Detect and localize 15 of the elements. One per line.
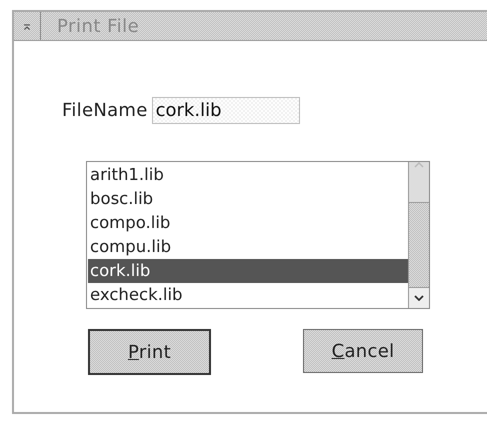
system-menu-button[interactable]: ⌅	[14, 12, 41, 40]
scroll-down-icon[interactable]	[414, 295, 424, 301]
field-label: FileName	[62, 100, 148, 121]
scroll-bar[interactable]	[408, 162, 429, 308]
print-button[interactable]: Print	[88, 329, 211, 375]
list-item[interactable]: compo.lib	[88, 211, 408, 235]
file-name-field[interactable]: cork.lib	[152, 97, 300, 124]
scroll-up-icon[interactable]	[414, 162, 424, 168]
list-item[interactable]: arith1.lib	[88, 163, 408, 187]
window-title: Print File	[57, 16, 140, 36]
list-item[interactable]: cork.lib	[88, 259, 408, 283]
list-item[interactable]: excheck.lib	[88, 283, 408, 307]
cancel-button[interactable]: Cancel	[303, 329, 423, 373]
list-item[interactable]: bosc.lib	[88, 187, 408, 211]
list-item[interactable]: compu.lib	[88, 235, 408, 259]
